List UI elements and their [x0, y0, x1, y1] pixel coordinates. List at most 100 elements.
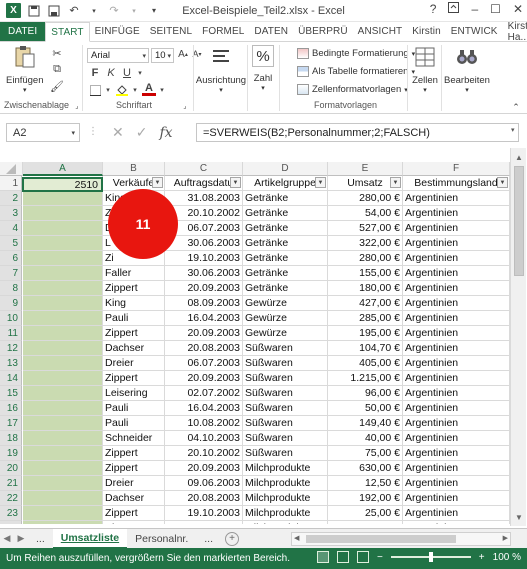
table-cell[interactable]: [23, 221, 103, 236]
table-cell[interactable]: Argentinien: [403, 521, 510, 524]
table-cell[interactable]: Argentinien: [403, 401, 510, 416]
normal-view-icon[interactable]: [316, 551, 329, 563]
table-cell[interactable]: 110,00 €: [328, 521, 403, 524]
active-cell[interactable]: 2510: [22, 177, 103, 192]
table-cell[interactable]: [23, 371, 103, 386]
table-cell[interactable]: Getränke: [243, 206, 328, 221]
table-cell[interactable]: Leisering: [103, 386, 165, 401]
table-cell[interactable]: Dachser: [103, 341, 165, 356]
scroll-down-icon[interactable]: ▼: [511, 510, 527, 524]
table-cell[interactable]: 09.06.2003: [165, 476, 243, 491]
table-cell[interactable]: [23, 386, 103, 401]
user-account[interactable]: Kirstin Ha...: [503, 21, 527, 43]
editing-dropdown-icon[interactable]: ▾: [465, 86, 469, 94]
number-format-button[interactable]: % Zahl ▾: [250, 45, 276, 92]
row-header[interactable]: 21: [0, 476, 22, 491]
table-cell[interactable]: Zippert: [103, 461, 165, 476]
table-cell[interactable]: Süßwaren: [243, 341, 328, 356]
row-header[interactable]: 5: [0, 236, 22, 251]
table-cell[interactable]: Argentinien: [403, 266, 510, 281]
borders-dropdown-icon[interactable]: ▾: [101, 83, 115, 97]
underline-button[interactable]: U: [120, 66, 134, 80]
undo-dropdown-icon[interactable]: ▾: [87, 4, 101, 18]
font-color-dropdown-icon[interactable]: ▾: [155, 83, 169, 97]
table-cell[interactable]: [23, 401, 103, 416]
table-cell[interactable]: Süßwaren: [243, 416, 328, 431]
table-cell[interactable]: 149,40 €: [328, 416, 403, 431]
name-box[interactable]: A2 ▾: [6, 123, 80, 142]
table-cell[interactable]: 280,00 €: [328, 251, 403, 266]
table-cell[interactable]: [23, 356, 103, 371]
table-cell[interactable]: [23, 281, 103, 296]
table-cell[interactable]: 19.10.2003: [165, 506, 243, 521]
table-cell[interactable]: 630,00 €: [328, 461, 403, 476]
column-header-b[interactable]: B: [103, 162, 165, 176]
close-icon[interactable]: ✕: [513, 2, 523, 16]
table-cell[interactable]: [23, 491, 103, 506]
table-cell[interactable]: 16.04.2003: [165, 401, 243, 416]
tab-datei[interactable]: DATEI: [0, 22, 46, 41]
insert-function-icon[interactable]: fx: [159, 125, 172, 141]
table-cell[interactable]: Zippert: [103, 446, 165, 461]
table-cell[interactable]: Zippert: [103, 371, 165, 386]
spreadsheet-grid[interactable]: ABCDEF1Personalnumm▼Verkäufe▼Auftragsdat…: [0, 162, 510, 524]
table-cell[interactable]: [23, 446, 103, 461]
tab-ueberpruefen[interactable]: ÜBERPRÜ: [293, 22, 353, 41]
fill-color-dropdown-icon[interactable]: ▾: [128, 83, 142, 97]
table-cell[interactable]: Argentinien: [403, 416, 510, 431]
table-cell[interactable]: Getränke: [243, 251, 328, 266]
table-cell[interactable]: Argentinien: [403, 431, 510, 446]
table-cell[interactable]: Getränke: [243, 221, 328, 236]
row-header[interactable]: 15: [0, 386, 22, 401]
filter-dropdown-icon[interactable]: ▼: [315, 177, 326, 188]
table-cell[interactable]: 04.10.2003: [165, 431, 243, 446]
page-layout-view-icon[interactable]: [336, 551, 349, 563]
table-cell[interactable]: [23, 251, 103, 266]
table-cell[interactable]: 1.215,00 €: [328, 371, 403, 386]
paste-dropdown-icon[interactable]: ▾: [23, 86, 27, 94]
cells-button[interactable]: Zellen ▾: [410, 45, 440, 94]
table-cell[interactable]: Süßwaren: [243, 431, 328, 446]
font-color-icon[interactable]: A: [142, 82, 156, 96]
row-header[interactable]: 13: [0, 356, 22, 371]
table-cell[interactable]: 30.06.2003: [165, 266, 243, 281]
table-cell[interactable]: King: [103, 296, 165, 311]
zoom-out-icon[interactable]: −: [377, 552, 383, 563]
table-cell[interactable]: Argentinien: [403, 311, 510, 326]
table-cell[interactable]: Süßwaren: [243, 401, 328, 416]
table-cell[interactable]: 08.09.2003: [165, 296, 243, 311]
table-cell[interactable]: 10.08.2002: [165, 416, 243, 431]
table-cell[interactable]: [23, 266, 103, 281]
table-cell[interactable]: 20.09.2003: [165, 326, 243, 341]
table-cell[interactable]: Argentinien: [403, 326, 510, 341]
format-as-table-button[interactable]: Als Tabelle formatieren ▾: [297, 66, 415, 77]
redo-icon[interactable]: ↷: [107, 4, 121, 18]
cut-icon[interactable]: ✂: [50, 46, 64, 60]
table-header-cell[interactable]: Umsatz ▼: [328, 176, 403, 191]
customize-qat-icon[interactable]: ▾: [147, 4, 161, 18]
table-cell[interactable]: Pauli: [103, 401, 165, 416]
cell-styles-button[interactable]: Zellenformatvorlagen ▾: [297, 84, 408, 95]
table-cell[interactable]: Zippert: [103, 281, 165, 296]
font-name-dropdown-icon[interactable]: ▾: [142, 52, 146, 60]
horizontal-scroll-thumb[interactable]: [306, 534, 456, 543]
select-all-corner[interactable]: [0, 162, 23, 176]
fill-color-icon[interactable]: [115, 83, 129, 97]
table-cell[interactable]: Getränke: [243, 281, 328, 296]
table-cell[interactable]: Getränke: [243, 191, 328, 206]
font-size-dropdown-icon[interactable]: ▾: [167, 52, 171, 60]
table-cell[interactable]: [23, 341, 103, 356]
sheet-prev-icon[interactable]: ◀: [0, 533, 14, 544]
sheet-next-icon[interactable]: ▶: [14, 533, 28, 544]
table-cell[interactable]: 527,00 €: [328, 221, 403, 236]
sheet-more-left[interactable]: ...: [28, 529, 53, 549]
table-cell[interactable]: 20.08.2003: [165, 491, 243, 506]
horizontal-scrollbar[interactable]: ◀ ▶: [291, 531, 511, 546]
table-cell[interactable]: Zippert: [103, 506, 165, 521]
sheet-tab-personalnr[interactable]: Personalnr.: [127, 529, 196, 549]
scroll-right-icon[interactable]: ▶: [503, 534, 508, 542]
name-box-dropdown-icon[interactable]: ▾: [71, 129, 75, 137]
table-cell[interactable]: Argentinien: [403, 251, 510, 266]
table-cell[interactable]: Milchprodukte: [243, 521, 328, 524]
maximize-icon[interactable]: ☐: [490, 2, 501, 16]
